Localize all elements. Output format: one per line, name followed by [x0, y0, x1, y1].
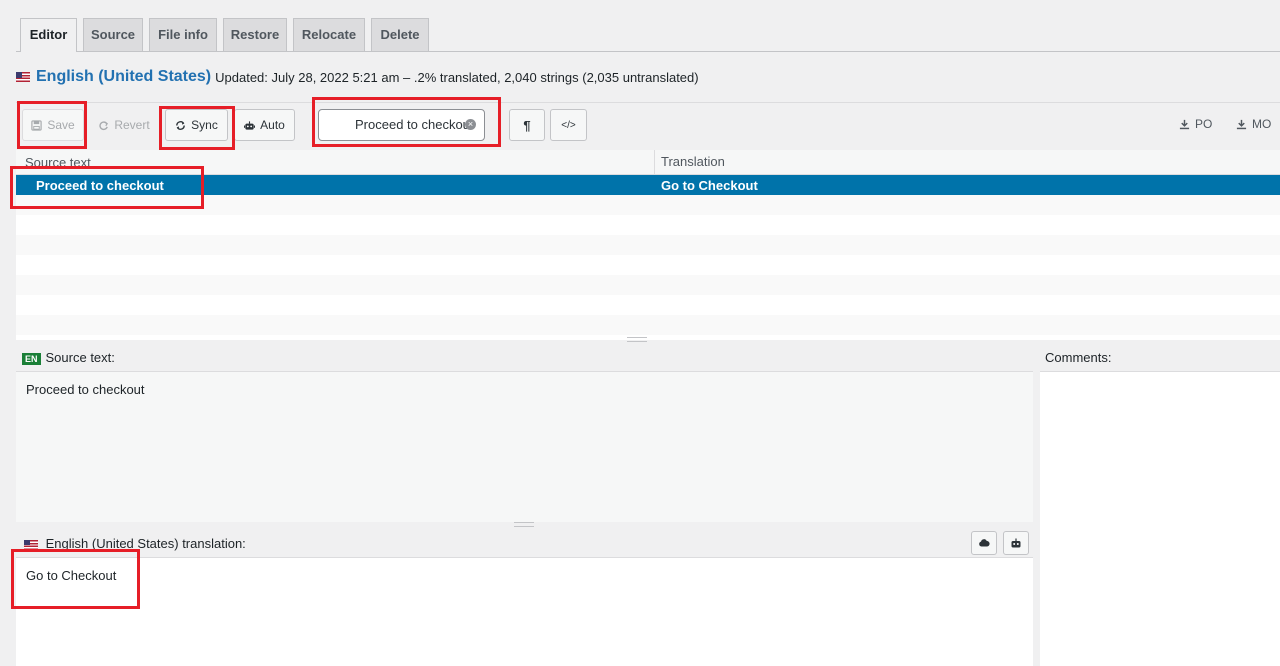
empty-row [16, 255, 1280, 275]
po-label: PO [1195, 117, 1213, 131]
tab-bar: Editor Source File info Restore Relocate… [0, 0, 1280, 52]
comments-pane-label: Comments: [1045, 350, 1112, 365]
row-translation: Go to Checkout [661, 178, 758, 193]
file-header: English (United States) Updated: July 28,… [16, 68, 699, 88]
table-row[interactable]: Proceed to checkout Go to Checkout [16, 175, 1280, 195]
auto-button-label: Auto [260, 118, 285, 132]
tab-source[interactable]: Source [83, 18, 143, 51]
translation-pane-header: English (United States) translation: [16, 530, 1033, 558]
comments-pane-header: Comments: [1040, 344, 1280, 372]
download-icon [1236, 119, 1247, 129]
grid-header: Source text Translation [16, 150, 1280, 175]
file-status: Updated: July 28, 2022 5:21 am – .2% tra… [215, 69, 699, 85]
highlight-box [312, 97, 501, 147]
empty-row [16, 215, 1280, 235]
tab-relocate[interactable]: Relocate [293, 18, 365, 51]
translation-textarea[interactable]: Go to Checkout [16, 558, 1033, 666]
download-mo-button[interactable]: MO [1236, 117, 1271, 131]
tab-delete[interactable]: Delete [371, 18, 429, 51]
highlight-box [10, 166, 204, 209]
strings-grid: Source text Translation Proceed to check… [16, 150, 1280, 340]
source-pane-header: EN Source text: [16, 344, 1033, 372]
empty-row [16, 235, 1280, 255]
invisibles-toggle-button[interactable]: ¶ [509, 109, 545, 141]
language-badge: EN [22, 352, 41, 365]
highlight-box [11, 549, 140, 609]
revert-button-label: Revert [114, 118, 150, 132]
robot-icon [244, 120, 256, 130]
download-po-button[interactable]: PO [1179, 117, 1212, 131]
download-icon [1179, 119, 1190, 129]
highlight-box [17, 101, 87, 149]
empty-row [16, 315, 1280, 335]
highlight-box [159, 106, 235, 150]
tab-file-info[interactable]: File info [149, 18, 217, 51]
robot-icon [1011, 538, 1021, 548]
auto-translate-button[interactable]: Auto [234, 109, 295, 141]
empty-row [16, 295, 1280, 315]
language-link[interactable]: English (United States) [36, 68, 211, 85]
cloud-icon [979, 539, 990, 547]
cloud-translate-button[interactable] [971, 531, 997, 555]
revert-button[interactable]: Revert [90, 109, 158, 141]
tab-editor[interactable]: Editor [20, 18, 77, 52]
tab-restore[interactable]: Restore [223, 18, 287, 51]
column-translation[interactable]: Translation [654, 150, 725, 174]
revert-icon [99, 120, 109, 130]
empty-row [16, 275, 1280, 295]
grid-resize-handle[interactable] [627, 337, 647, 342]
source-text-view: Proceed to checkout [16, 372, 1033, 522]
comments-input[interactable] [1040, 372, 1280, 666]
source-pane-label: Source text: [45, 350, 115, 365]
code-view-toggle-button[interactable]: </> [550, 109, 587, 141]
source-text-value: Proceed to checkout [26, 382, 145, 397]
mo-label: MO [1252, 117, 1272, 131]
us-flag-icon [16, 72, 30, 82]
tab-bar-divider [16, 51, 1280, 52]
pane-resize-handle[interactable] [514, 522, 534, 527]
empty-row [16, 195, 1280, 215]
auto-translate-field-button[interactable] [1003, 531, 1029, 555]
